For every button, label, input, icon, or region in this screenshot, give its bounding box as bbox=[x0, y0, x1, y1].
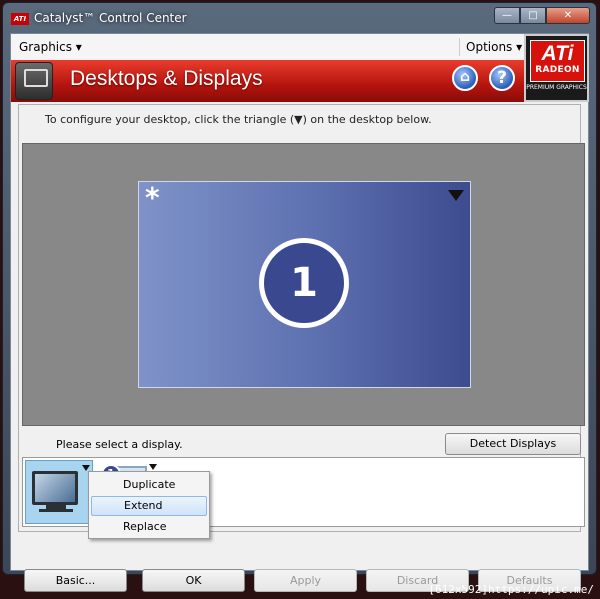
desktop-layout-area: * 1 bbox=[22, 143, 585, 426]
radeon-logo-text: RADEON bbox=[535, 65, 580, 75]
display-context-menu: Duplicate Extend Replace bbox=[88, 471, 210, 539]
monitor-icon bbox=[32, 471, 78, 505]
page-banner: Desktops & Displays ⌂ ? bbox=[11, 60, 524, 102]
apply-button[interactable]: Apply bbox=[254, 569, 357, 592]
display-icon bbox=[15, 62, 53, 100]
minimize-icon: — bbox=[502, 10, 512, 21]
content-panel: To configure your desktop, click the tri… bbox=[18, 104, 585, 532]
menu-item-duplicate[interactable]: Duplicate bbox=[91, 475, 207, 495]
graphics-menu[interactable]: Graphics ▾ bbox=[19, 40, 82, 54]
title-bar[interactable]: ATI Catalyst™ Control Center — □ ✕ bbox=[3, 3, 596, 33]
close-button[interactable]: ✕ bbox=[546, 7, 590, 24]
ati-radeon-logo: ATi RADEON PREMIUM GRAPHICS bbox=[524, 34, 589, 102]
menu-item-extend[interactable]: Extend bbox=[91, 496, 207, 516]
page-title: Desktops & Displays bbox=[70, 67, 263, 90]
premium-graphics-text: PREMIUM GRAPHICS bbox=[526, 84, 587, 91]
desktop-1[interactable]: * 1 bbox=[138, 181, 471, 388]
maximize-button[interactable]: □ bbox=[520, 7, 546, 24]
ati-app-icon: ATI bbox=[11, 13, 29, 25]
basic-button[interactable]: Basic... bbox=[24, 569, 127, 592]
detect-displays-button[interactable]: Detect Displays bbox=[445, 433, 581, 455]
display-number-badge: 1 bbox=[259, 238, 349, 328]
thumbnail-options-triangle-icon[interactable] bbox=[149, 464, 157, 470]
maximize-icon: □ bbox=[528, 10, 538, 21]
window-title: Catalyst™ Control Center bbox=[34, 11, 187, 25]
display-thumbnail-monitor[interactable] bbox=[25, 460, 93, 524]
menu-divider bbox=[459, 38, 460, 56]
desktop-options-triangle-icon[interactable] bbox=[448, 190, 464, 201]
ati-logo-text: ATi bbox=[541, 42, 574, 65]
menu-bar: Graphics ▾ Options ▾ bbox=[11, 34, 588, 61]
menu-item-replace[interactable]: Replace bbox=[91, 517, 207, 537]
ok-button[interactable]: OK bbox=[142, 569, 245, 592]
help-button[interactable]: ? bbox=[489, 65, 515, 91]
watermark-text: [612x592]https://upic.me/ bbox=[428, 583, 594, 596]
close-icon: ✕ bbox=[563, 10, 573, 21]
primary-desktop-marker: * bbox=[145, 181, 160, 214]
help-icon: ? bbox=[497, 68, 507, 88]
minimize-button[interactable]: — bbox=[494, 7, 520, 24]
select-display-label: Please select a display. bbox=[56, 438, 183, 451]
window-controls: — □ ✕ bbox=[494, 7, 590, 24]
instruction-text: To configure your desktop, click the tri… bbox=[45, 113, 432, 126]
home-icon: ⌂ bbox=[459, 69, 471, 85]
home-button[interactable]: ⌂ bbox=[452, 65, 478, 91]
options-menu[interactable]: Options ▾ bbox=[466, 40, 522, 54]
